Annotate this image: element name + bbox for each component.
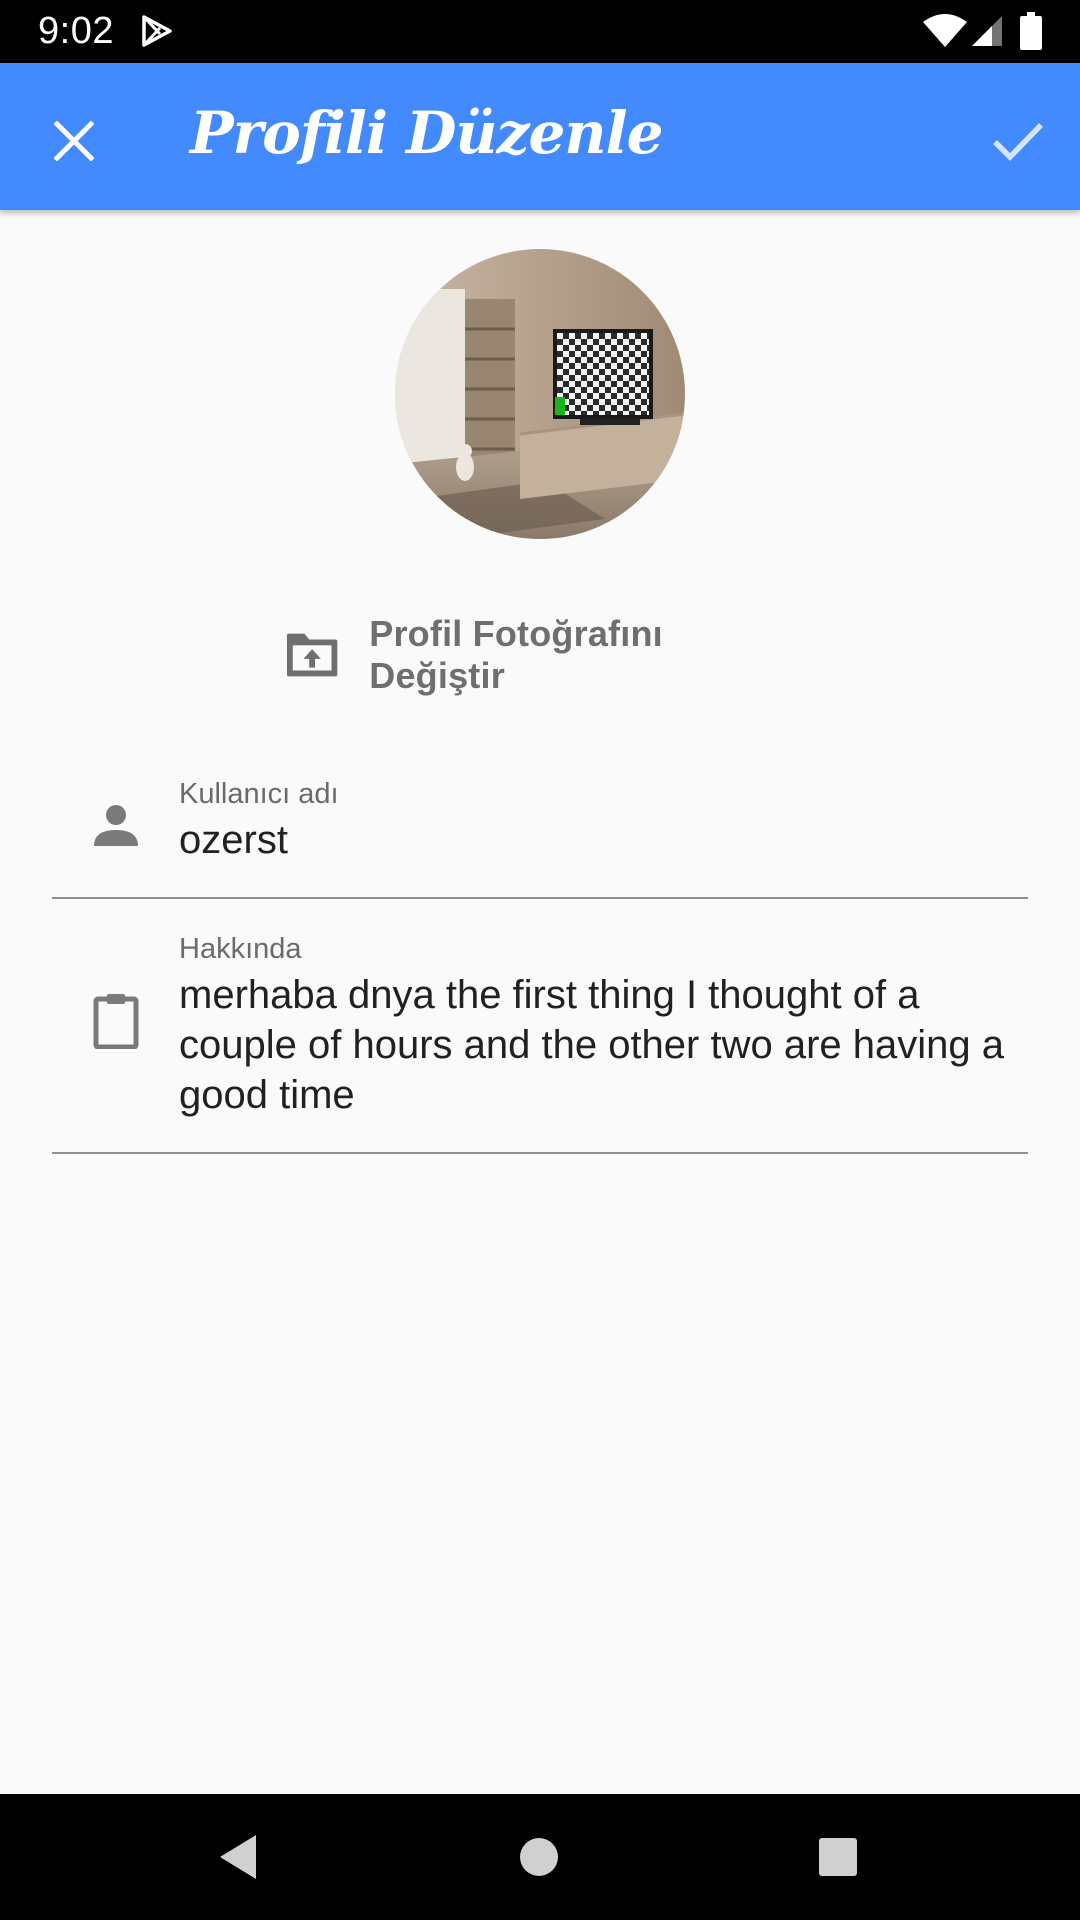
person-icon bbox=[94, 805, 138, 846]
avatar-image bbox=[395, 249, 685, 539]
change-photo-label: Profil Fotoğrafını Değiştir bbox=[369, 613, 663, 696]
clipboard-icon bbox=[93, 994, 139, 1049]
recents-button[interactable] bbox=[805, 1824, 871, 1890]
username-input[interactable]: ozerst bbox=[179, 815, 1024, 865]
back-icon bbox=[220, 1835, 256, 1879]
check-icon bbox=[993, 123, 1043, 161]
play-store-icon bbox=[142, 15, 172, 47]
username-label: Kullanıcı adı bbox=[179, 778, 339, 810]
about-input[interactable]: merhaba dnya the first thing I thought o… bbox=[179, 970, 1024, 1120]
folder-upload-icon bbox=[286, 633, 338, 677]
close-icon bbox=[54, 121, 94, 161]
cell-signal-icon bbox=[972, 16, 1002, 46]
app-bar: Profili Düzenle bbox=[0, 63, 1080, 210]
save-button[interactable] bbox=[980, 103, 1056, 179]
battery-icon bbox=[1020, 12, 1042, 50]
about-field[interactable]: Hakkında merhaba dnya the first thing I … bbox=[52, 928, 1028, 1154]
recents-icon bbox=[819, 1838, 857, 1876]
close-button[interactable] bbox=[38, 105, 110, 177]
back-button[interactable] bbox=[205, 1824, 271, 1890]
home-button[interactable] bbox=[506, 1824, 572, 1890]
about-label: Hakkında bbox=[179, 933, 302, 965]
username-field[interactable]: Kullanıcı adı ozerst bbox=[52, 772, 1028, 899]
status-bar: 9:02 bbox=[0, 0, 1080, 63]
page-title: Profili Düzenle bbox=[190, 99, 664, 167]
navigation-bar bbox=[0, 1794, 1080, 1920]
home-icon bbox=[520, 1838, 558, 1876]
status-time: 9:02 bbox=[38, 10, 114, 52]
wifi-icon bbox=[923, 14, 967, 47]
change-photo-button[interactable]: Profil Fotoğrafını Değiştir bbox=[285, 613, 795, 696]
profile-photo[interactable] bbox=[395, 249, 685, 539]
